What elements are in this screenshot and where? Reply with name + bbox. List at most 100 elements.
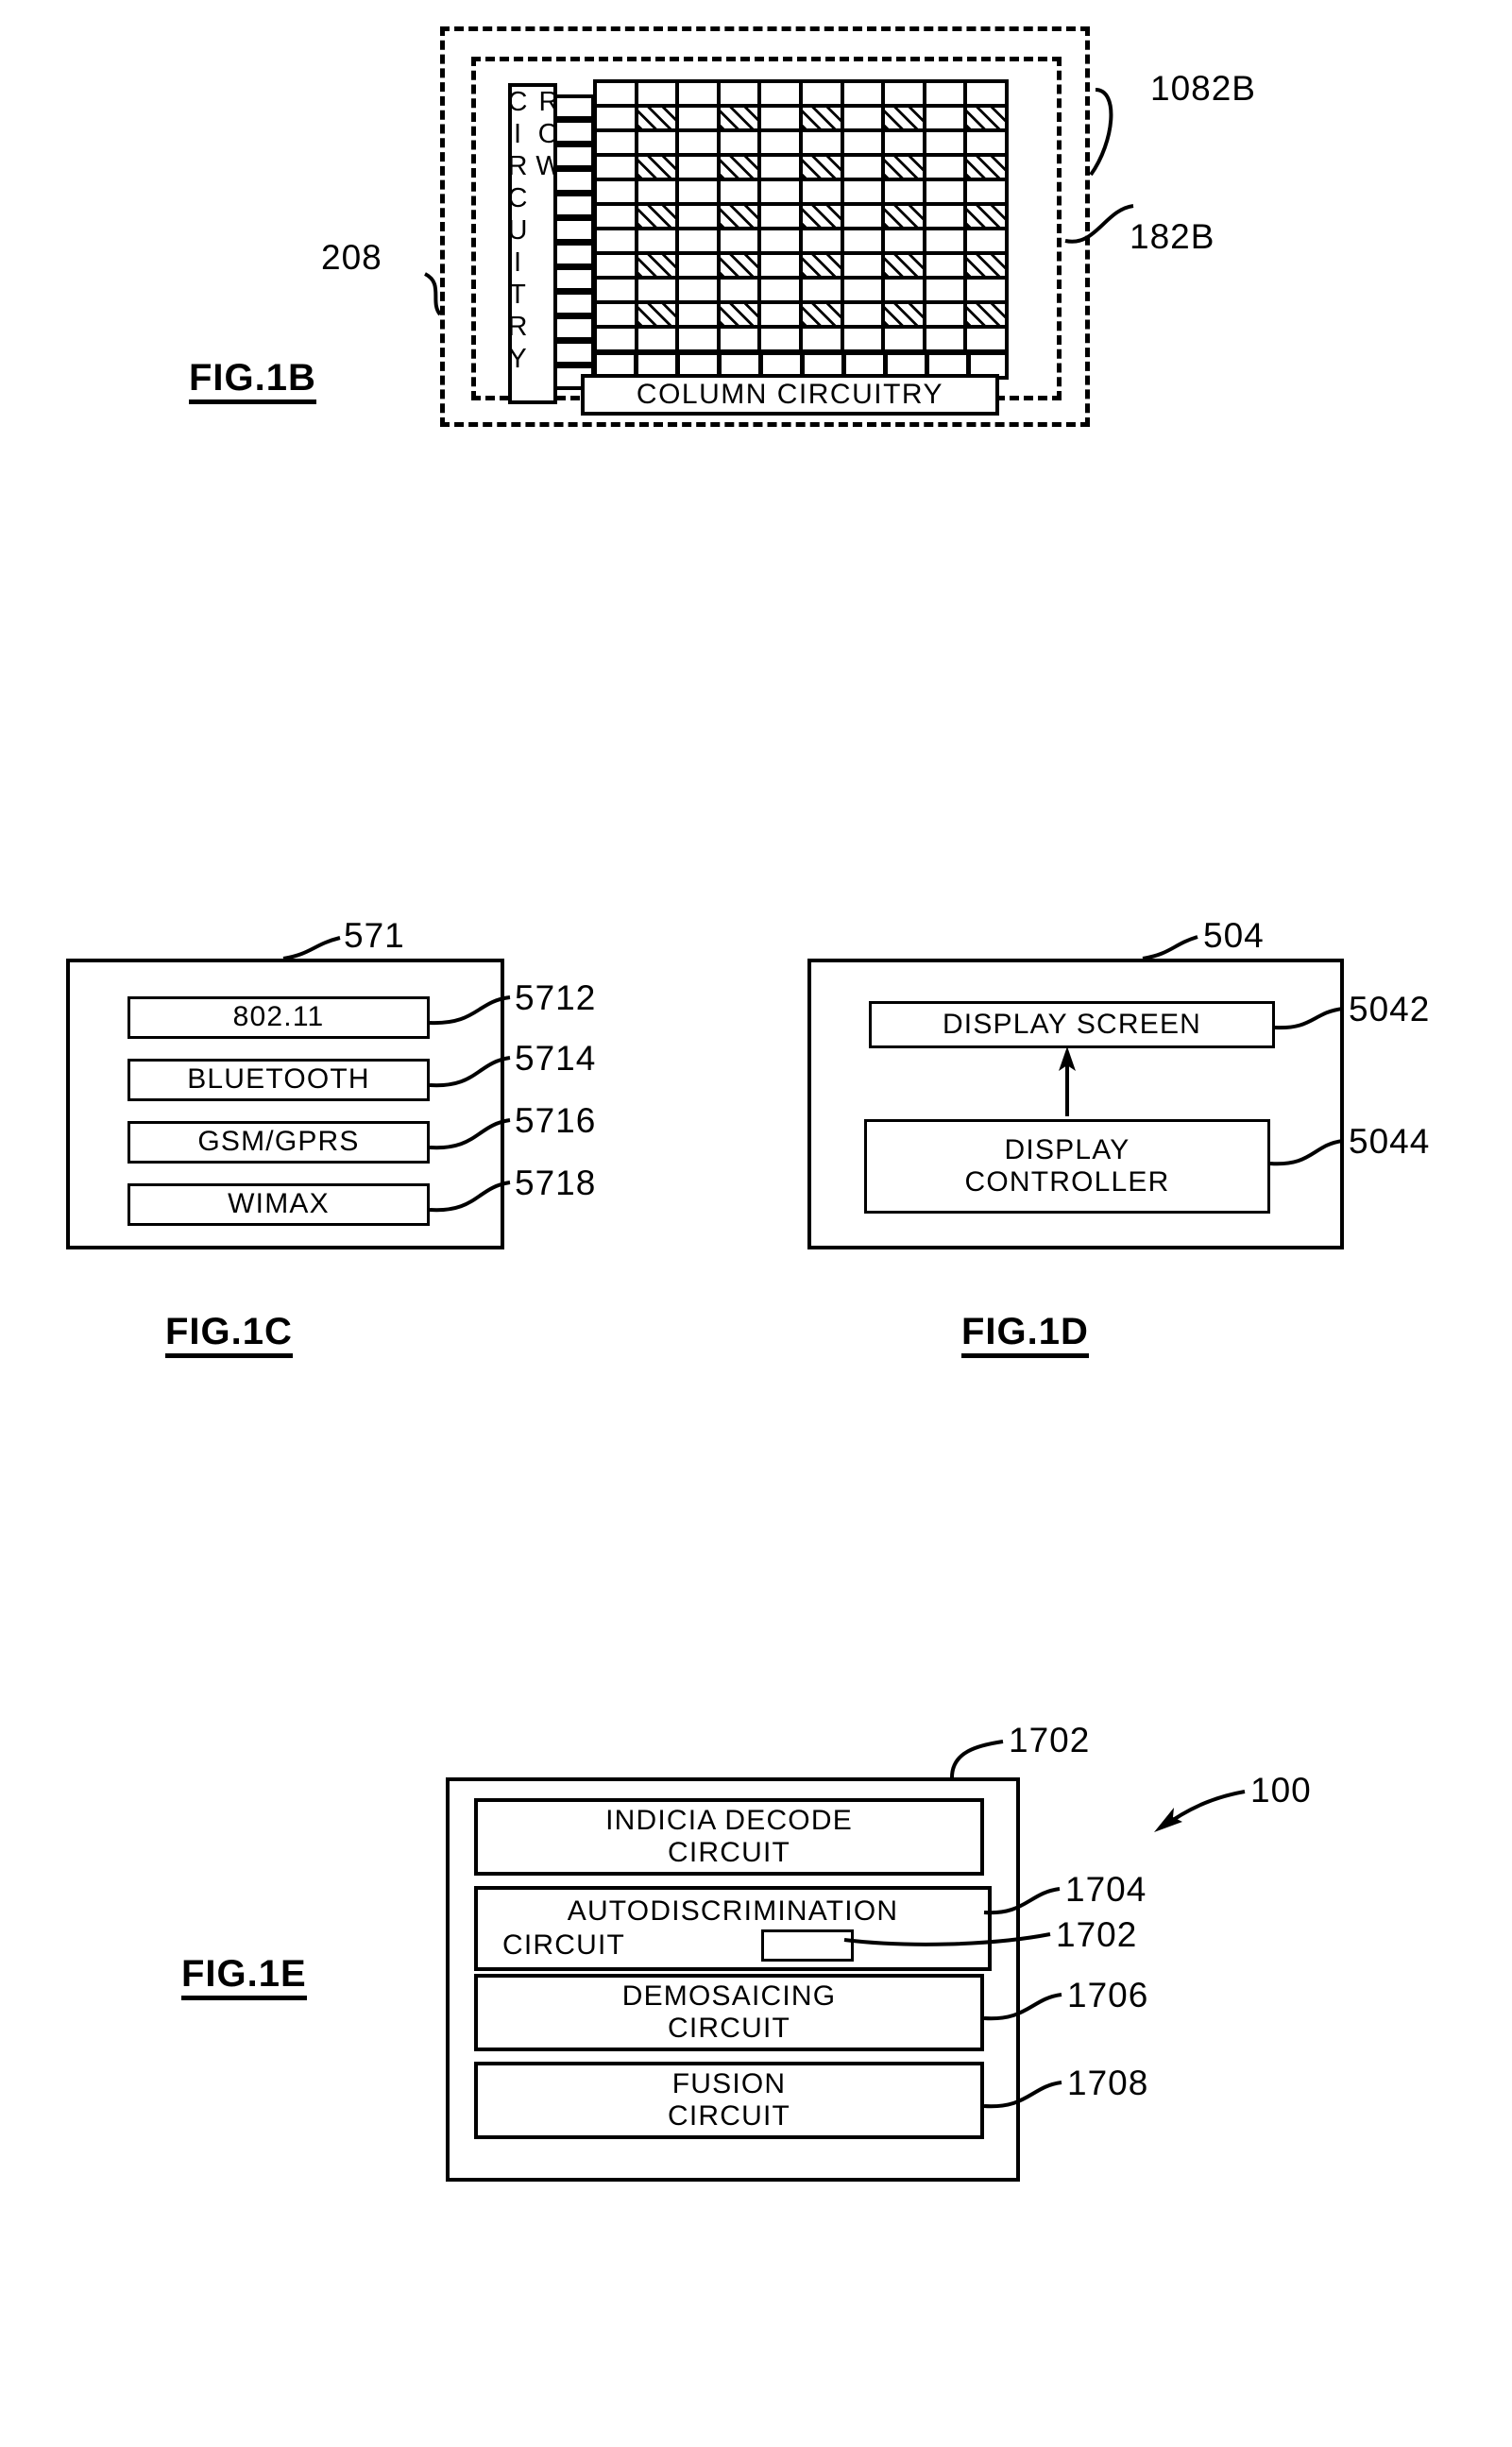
pixel-cell <box>761 230 803 255</box>
pixel-cell <box>843 181 886 206</box>
autodiscrimination-label-line1: AUTODISCRIMINATION <box>567 1895 899 1927</box>
pixel-cell <box>761 157 803 181</box>
wireless-option-label: WIMAX <box>228 1188 330 1220</box>
pixel-cell <box>802 230 844 255</box>
display-controller-label-line1: DISPLAY <box>1004 1133 1130 1165</box>
pixel-cell <box>926 181 968 206</box>
pixel-cell-filtered <box>967 157 1009 181</box>
pixel-cell <box>679 108 721 132</box>
pixel-cell <box>597 255 638 280</box>
row-select-stub <box>553 315 595 341</box>
autodiscrimination-circuit-block: AUTODISCRIMINATION CIRCUIT <box>474 1886 992 1971</box>
pixel-array-grid <box>593 79 1009 353</box>
pixel-cell <box>761 255 803 280</box>
pixel-cell <box>885 132 926 157</box>
pixel-cell <box>761 83 803 108</box>
figure-1c: 802.11 BLUETOOTH GSM/GPRS WIMAX 571 5712… <box>0 907 756 1492</box>
column-circuitry-block: COLUMN CIRCUITRY <box>581 374 999 416</box>
pixel-cell <box>926 132 968 157</box>
pixel-cell-filtered <box>637 206 680 230</box>
pixel-cell <box>597 83 638 108</box>
wireless-option-bluetooth[interactable]: BLUETOOTH <box>127 1059 430 1101</box>
pixel-cell <box>761 181 803 206</box>
ref-504: 504 <box>1203 916 1265 955</box>
ref-571: 571 <box>344 916 405 955</box>
pixel-cell <box>967 132 1009 157</box>
pixel-cell <box>802 132 844 157</box>
row-select-stub <box>553 119 595 144</box>
pixel-cell-filtered <box>885 108 926 132</box>
figure-label-1b: FIG.1B <box>189 359 316 404</box>
demosaicing-circuit-block: DEMOSAICING CIRCUIT <box>474 1974 984 2051</box>
ref-208: 208 <box>321 238 382 277</box>
ref-5714: 5714 <box>515 1039 597 1078</box>
display-controller-block: DISPLAY CONTROLLER <box>864 1119 1270 1214</box>
ref-1702-inner: 1702 <box>1056 1915 1138 1954</box>
indicia-decode-circuit-block: INDICIA DECODE CIRCUIT <box>474 1798 984 1876</box>
pixel-cell <box>885 181 926 206</box>
pixel-cell-filtered <box>720 108 762 132</box>
pixel-cell-filtered <box>967 108 1009 132</box>
pixel-cell <box>967 280 1009 304</box>
pixel-cell <box>885 83 926 108</box>
fusion-label-line2: CIRCUIT <box>667 2100 791 2132</box>
row-select-stub <box>553 94 595 120</box>
pixel-cell <box>679 181 721 206</box>
wireless-option-gsm-gprs[interactable]: GSM/GPRS <box>127 1121 430 1164</box>
pixel-cell-filtered <box>967 206 1009 230</box>
pixel-cell <box>926 206 968 230</box>
wireless-option-802-11[interactable]: 802.11 <box>127 996 430 1039</box>
figure-1d: DISPLAY SCREEN DISPLAY CONTROLLER 504 50… <box>746 907 1512 1492</box>
autodiscrimination-label-line2: CIRCUIT <box>502 1929 626 1961</box>
pixel-cell-filtered <box>720 255 762 280</box>
pixel-cell <box>720 329 762 353</box>
pixel-cell-filtered <box>637 255 680 280</box>
pixel-cell <box>885 329 926 353</box>
ref-182B: 182B <box>1130 217 1215 256</box>
pixel-cell <box>843 255 886 280</box>
pixel-cell <box>843 230 886 255</box>
pixel-cell <box>679 304 721 329</box>
pixel-cell <box>637 83 680 108</box>
pixel-cell <box>967 83 1009 108</box>
pixel-cell <box>761 329 803 353</box>
pixel-cell <box>637 230 680 255</box>
ref-1704: 1704 <box>1065 1870 1147 1909</box>
pixel-cell <box>679 83 721 108</box>
pixel-cell <box>843 206 886 230</box>
row-select-stub <box>553 144 595 169</box>
demosaicing-label-line1: DEMOSAICING <box>621 1980 837 2012</box>
pixel-cell <box>597 206 638 230</box>
wireless-option-wimax[interactable]: WIMAX <box>127 1183 430 1226</box>
indicia-decode-label-line2: CIRCUIT <box>667 1837 791 1868</box>
pixel-cell <box>967 181 1009 206</box>
figure-label-1e: FIG.1E <box>181 1955 307 2000</box>
pixel-cell <box>597 181 638 206</box>
pixel-cell <box>885 280 926 304</box>
pixel-cell <box>679 230 721 255</box>
pixel-cell <box>926 108 968 132</box>
ref-5712: 5712 <box>515 978 597 1017</box>
ref-1706: 1706 <box>1067 1976 1149 2014</box>
pixel-cell <box>761 304 803 329</box>
pixel-cell <box>597 230 638 255</box>
row-select-stub-group <box>553 94 595 393</box>
pixel-cell-filtered <box>802 206 844 230</box>
pixel-cell <box>761 108 803 132</box>
display-screen-block: DISPLAY SCREEN <box>869 1001 1275 1048</box>
display-screen-label: DISPLAY SCREEN <box>942 1008 1202 1040</box>
pixel-cell <box>761 280 803 304</box>
column-circuitry-label: COLUMN CIRCUITRY <box>636 378 944 410</box>
autodiscrimination-inner-marker <box>761 1929 854 1962</box>
pixel-cell <box>637 280 680 304</box>
row-select-stub <box>553 217 595 243</box>
pixel-cell <box>885 230 926 255</box>
row-select-stub <box>553 291 595 316</box>
pixel-cell <box>761 132 803 157</box>
pixel-cell <box>843 304 886 329</box>
pixel-cell <box>926 230 968 255</box>
pixel-cell-filtered <box>802 157 844 181</box>
row-select-stub <box>553 340 595 365</box>
figure-label-1c: FIG.1C <box>165 1313 293 1358</box>
ref-5044: 5044 <box>1349 1122 1431 1161</box>
